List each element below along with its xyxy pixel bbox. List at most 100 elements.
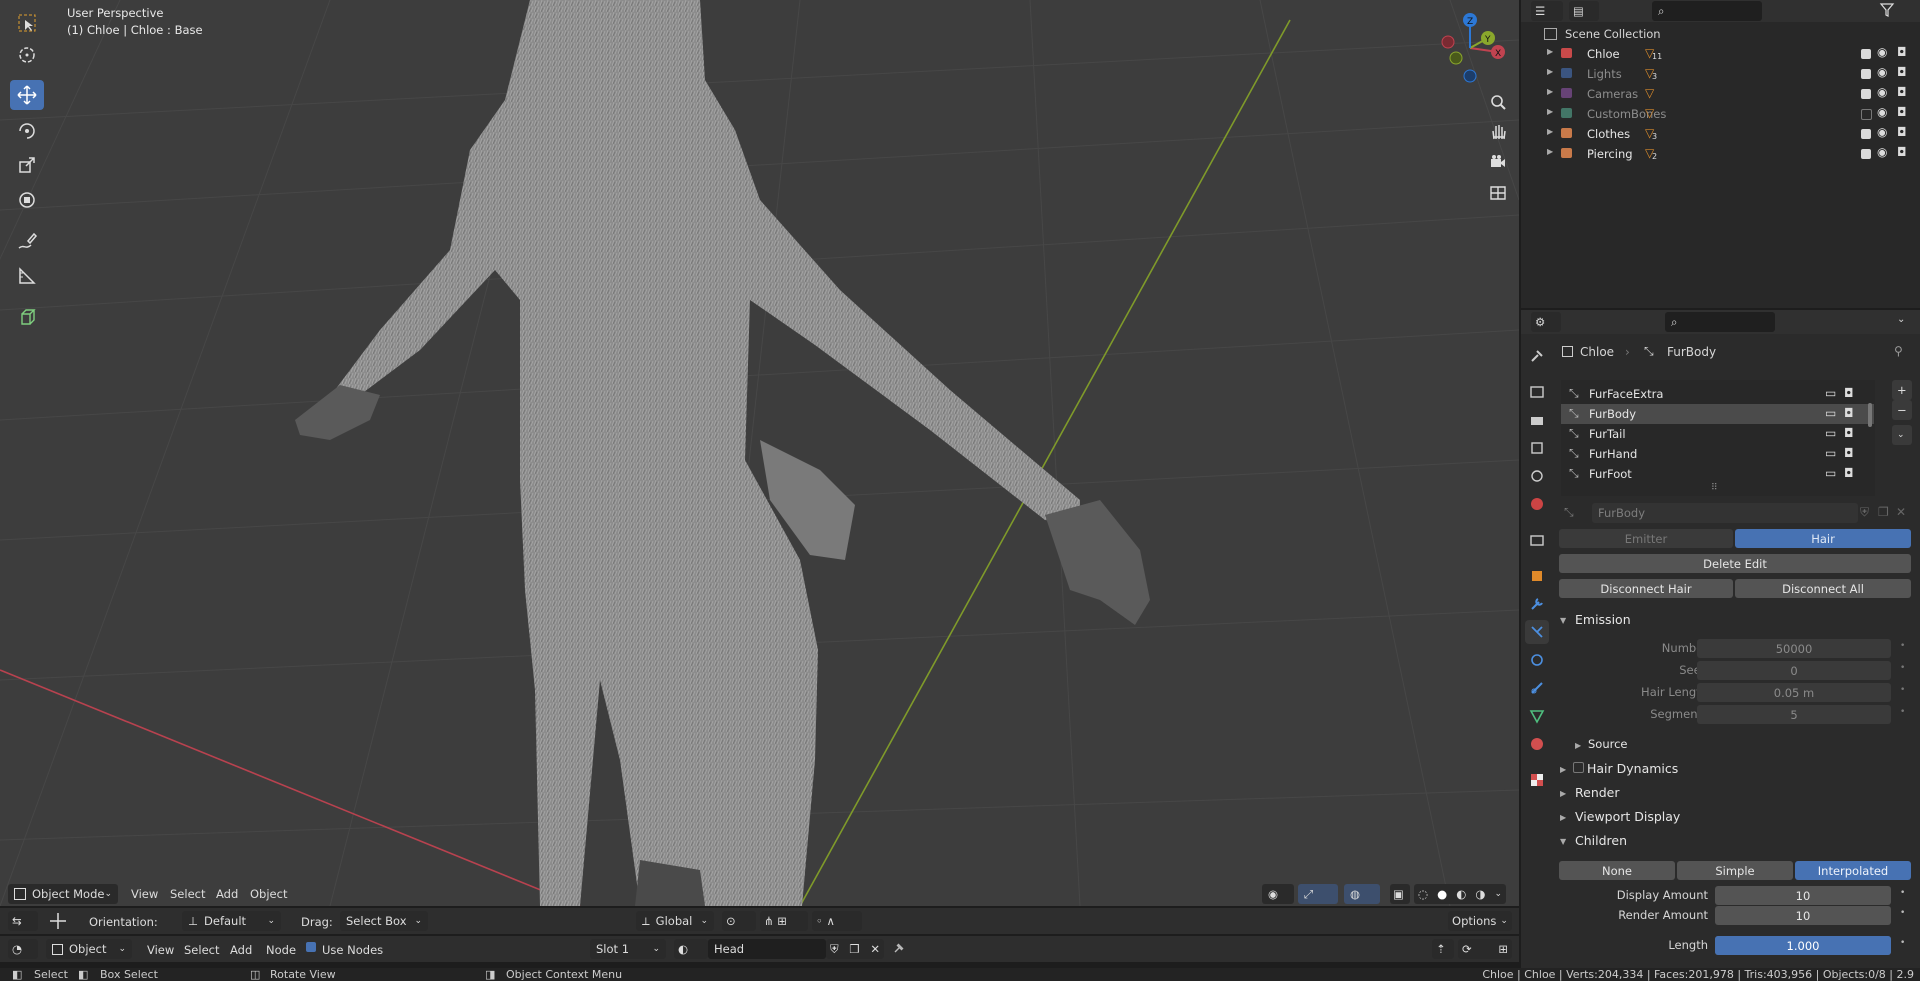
drag-dropdown[interactable]: Select Box ⌄: [340, 911, 428, 931]
properties-editor-type[interactable]: ⚙: [1531, 312, 1561, 332]
children-simple-button[interactable]: Simple: [1677, 861, 1793, 880]
keyframe-dot[interactable]: •: [1900, 908, 1905, 918]
visibility-dropdown[interactable]: ◉: [1262, 884, 1294, 904]
emission-field-value[interactable]: 5: [1697, 705, 1891, 724]
zoom-view-button[interactable]: [1484, 88, 1512, 116]
tab-tool[interactable]: [1525, 344, 1549, 368]
emission-section-title[interactable]: Emission: [1575, 612, 1631, 627]
render-visibility-icon[interactable]: ◘: [1844, 406, 1854, 420]
viewport-visibility-icon[interactable]: ▭: [1825, 406, 1836, 420]
outliner-item-custombones[interactable]: ▶ CustomBones ▽ ◉ ◘: [1521, 104, 1920, 124]
options-dropdown[interactable]: Options ⌄: [1448, 911, 1512, 931]
disconnect-all-button[interactable]: Disconnect All: [1735, 579, 1911, 598]
scale-tool[interactable]: [10, 150, 44, 180]
keyframe-dot[interactable]: •: [1900, 663, 1905, 673]
eye-icon[interactable]: ◉: [1877, 125, 1887, 139]
keyframe-dot[interactable]: •: [1900, 938, 1905, 948]
move-tool[interactable]: [10, 80, 44, 110]
chevron-right-icon[interactable]: ▶: [1547, 127, 1553, 136]
outliner-item-clothes[interactable]: ▶ Clothes ▽ 3 ◉ ◘: [1521, 124, 1920, 144]
fake-user-icon[interactable]: ⛨: [830, 942, 839, 957]
render-visibility-icon[interactable]: ◘: [1844, 426, 1854, 440]
particle-system-item[interactable]: ⤡ FurHand ▭ ◘: [1561, 444, 1874, 464]
keyframe-dot[interactable]: •: [1900, 707, 1905, 717]
chevron-right-icon[interactable]: ▶: [1560, 813, 1566, 822]
snap-node-buttons[interactable]: ⟳ ⊞: [1458, 939, 1512, 959]
filter-icon[interactable]: [1879, 2, 1897, 21]
children-interpolated-button[interactable]: Interpolated: [1795, 861, 1911, 880]
material-browse-button[interactable]: ◐: [674, 939, 708, 959]
rendered-shading-icon[interactable]: ◑: [1475, 887, 1485, 901]
node-menu-add[interactable]: Add: [230, 943, 252, 957]
outliner-item-cameras[interactable]: ▶ Cameras ▽ ◉ ◘: [1521, 84, 1920, 104]
camera-render-icon[interactable]: ◘: [1897, 65, 1907, 79]
shader-type-dropdown[interactable]: Object ⌄: [46, 939, 132, 959]
ortho-toggle-button[interactable]: [1484, 178, 1512, 206]
exclude-checkbox[interactable]: [1861, 149, 1871, 159]
cursor-tool[interactable]: [10, 40, 44, 70]
tab-constraints[interactable]: [1525, 676, 1549, 700]
node-menu-node[interactable]: Node: [266, 943, 296, 957]
menu-select[interactable]: Select: [170, 887, 205, 901]
pin-icon[interactable]: [892, 941, 906, 958]
source-subpanel[interactable]: Source: [1588, 737, 1628, 751]
children-none-button[interactable]: None: [1559, 861, 1675, 880]
snap-dropdown[interactable]: ⋔ ⊞: [760, 911, 808, 931]
outliner-editor-type[interactable]: ☰: [1531, 1, 1563, 21]
particle-system-item[interactable]: ⤡ FurFaceExtra ▭ ◘: [1561, 384, 1874, 404]
type-emitter-button[interactable]: Emitter: [1559, 529, 1733, 548]
render-visibility-icon[interactable]: ◘: [1844, 466, 1854, 480]
chevron-down-icon[interactable]: ⌄: [1897, 314, 1905, 325]
particle-system-item[interactable]: ⤡ FurBody ▭ ◘: [1561, 404, 1874, 424]
chevron-right-icon[interactable]: ▶: [1560, 765, 1566, 774]
chevron-right-icon[interactable]: ▶: [1575, 741, 1581, 750]
chevron-right-icon[interactable]: ▶: [1547, 67, 1553, 76]
menu-view[interactable]: View: [131, 887, 158, 901]
chevron-right-icon[interactable]: ▶: [1547, 47, 1553, 56]
menu-add[interactable]: Add: [216, 887, 238, 901]
chevron-down-icon[interactable]: ▼: [1560, 616, 1566, 625]
emission-field-value[interactable]: 0.05 m: [1697, 683, 1891, 702]
select-box-tool[interactable]: [10, 8, 44, 38]
menu-object[interactable]: Object: [250, 887, 287, 901]
scene-collection-row[interactable]: Scene Collection: [1521, 24, 1920, 44]
particle-system-item[interactable]: ⤡ FurFoot ▭ ◘: [1561, 464, 1874, 484]
tab-particles[interactable]: [1525, 620, 1549, 644]
disconnect-hair-button[interactable]: Disconnect Hair: [1559, 579, 1733, 598]
tab-object[interactable]: [1525, 564, 1549, 588]
pivot-dropdown[interactable]: ⊙: [722, 911, 756, 931]
delete-edit-button[interactable]: Delete Edit: [1559, 554, 1911, 573]
3d-viewport[interactable]: User Perspective (1) Chloe | Chloe : Bas…: [0, 0, 1519, 906]
wireframe-shading-icon[interactable]: ◌: [1418, 887, 1428, 901]
exclude-checkbox[interactable]: [1861, 49, 1871, 59]
duplicate-icon[interactable]: ❐: [849, 942, 859, 956]
properties-search-input[interactable]: ⌕: [1665, 312, 1775, 332]
render-visibility-icon[interactable]: ◘: [1844, 386, 1854, 400]
eye-icon[interactable]: ◉: [1877, 85, 1887, 99]
shading-buttons[interactable]: ◌ ● ◐ ◑ ⌄: [1414, 884, 1506, 904]
add-particle-system-button[interactable]: +: [1892, 380, 1912, 400]
chevron-down-icon[interactable]: ⌄: [1494, 889, 1502, 899]
xray-toggle[interactable]: ▣: [1390, 884, 1410, 904]
hair-dynamics-section[interactable]: Hair Dynamics: [1587, 761, 1678, 776]
overlay-toggle[interactable]: ◍: [1344, 884, 1380, 904]
emission-field-value[interactable]: 0: [1697, 661, 1891, 680]
particle-system-item[interactable]: ⤡ FurTail ▭ ◘: [1561, 424, 1874, 444]
close-icon[interactable]: ✕: [870, 942, 880, 956]
material-shading-icon[interactable]: ◐: [1456, 887, 1466, 901]
chevron-right-icon[interactable]: ▶: [1560, 789, 1566, 798]
chevron-right-icon[interactable]: ▶: [1547, 107, 1553, 116]
emission-field-value[interactable]: 50000: [1697, 639, 1891, 658]
tab-modifiers[interactable]: [1525, 592, 1549, 616]
editor-type-dropdown[interactable]: ◔: [8, 939, 38, 959]
tab-collection[interactable]: [1525, 528, 1549, 552]
tab-world[interactable]: [1525, 492, 1549, 516]
parent-node-button[interactable]: ⇡: [1432, 939, 1454, 959]
material-name-field[interactable]: Head: [708, 939, 826, 959]
viewport-visibility-icon[interactable]: ▭: [1825, 426, 1836, 440]
camera-render-icon[interactable]: ◘: [1897, 125, 1907, 139]
navigation-gizmo[interactable]: X Y Z: [1428, 8, 1512, 88]
outliner-search-input[interactable]: ⌕: [1652, 1, 1762, 21]
material-actions[interactable]: ⛨ ❐ ✕: [826, 939, 884, 959]
close-icon[interactable]: ✕: [1896, 505, 1906, 519]
